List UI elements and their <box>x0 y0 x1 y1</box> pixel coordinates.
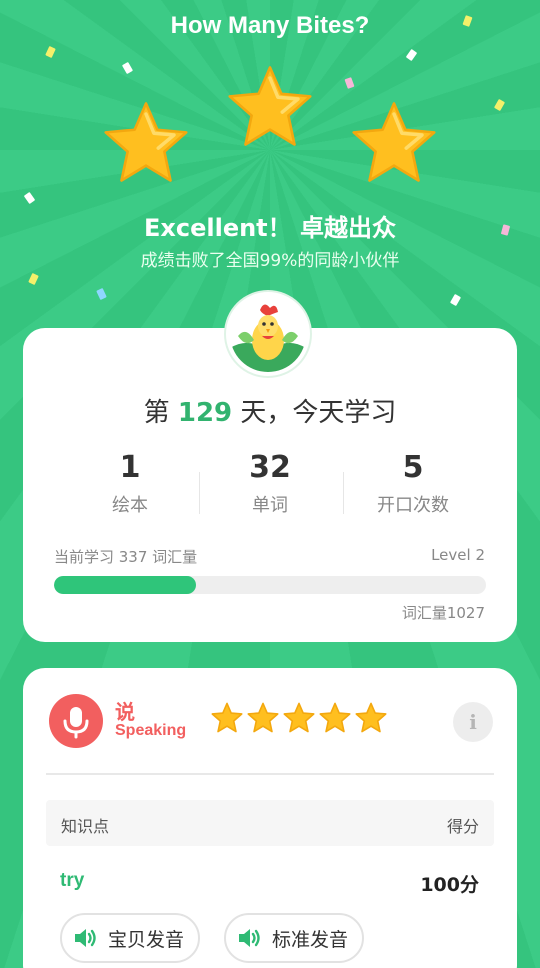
stat-value: 5 <box>402 450 424 485</box>
stat-picture-books: 1 绘本 <box>60 450 200 517</box>
stats-row: 1 绘本 32 单词 5 开口次数 <box>23 450 517 530</box>
item-word: try <box>60 870 85 891</box>
level-label: Level 2 <box>431 546 485 564</box>
stat-label: 单词 <box>252 495 288 516</box>
day-number: 129 <box>177 398 233 428</box>
day-suffix: 天，今天学习 <box>240 398 397 428</box>
vocab-progress-bar <box>54 576 486 594</box>
star-icon-right <box>352 102 436 182</box>
stat-value: 32 <box>249 450 291 485</box>
stat-speak-count: 5 开口次数 <box>343 450 483 517</box>
standard-pronunciation-label: 标准发音 <box>272 928 349 951</box>
baby-pronunciation-label: 宝贝发音 <box>108 928 185 951</box>
rating-star-icon <box>355 702 387 733</box>
baby-pronunciation-button[interactable]: 宝贝发音 <box>60 913 201 963</box>
mic-icon <box>49 694 103 748</box>
star-icon-left <box>104 102 188 182</box>
vocab-progress-fill <box>54 576 196 594</box>
stat-words: 32 单词 <box>200 450 340 517</box>
rating-star-icon <box>319 702 351 733</box>
total-vocab-label: 词汇量1027 <box>401 604 485 622</box>
speaking-title-cn: 说 <box>115 700 135 724</box>
header-knowledge-point: 知识点 <box>61 817 110 836</box>
speaking-rating <box>211 702 387 733</box>
result-subline: 成绩击败了全国99%的同龄小伙伴 <box>140 251 400 271</box>
stat-label: 开口次数 <box>377 495 449 516</box>
score-table-header: 知识点 得分 <box>46 800 494 846</box>
rating-star-icon <box>211 702 243 733</box>
page-title: How Many Bites? <box>170 12 370 39</box>
star-icon-center <box>228 66 312 146</box>
rooster-avatar-icon <box>230 296 306 372</box>
current-vocab-label: 当前学习 337 词汇量 <box>54 548 198 566</box>
speaking-card: 说 Speaking i 知识点 得分 try 100分 宝贝发音 标准发音 <box>23 668 517 968</box>
standard-pronunciation-button[interactable]: 标准发音 <box>224 913 365 963</box>
item-score: 100分 <box>420 874 479 896</box>
stat-label: 绘本 <box>112 495 148 516</box>
info-button[interactable]: i <box>453 702 493 742</box>
section-divider <box>46 773 494 775</box>
speaking-title-en: Speaking <box>115 722 187 739</box>
rating-star-icon <box>283 702 315 733</box>
rating-star-icon <box>247 702 279 733</box>
speaker-icon <box>75 929 96 947</box>
stat-value: 1 <box>119 450 141 485</box>
avatar <box>226 292 310 376</box>
header-score: 得分 <box>446 817 479 836</box>
speaker-icon <box>239 929 260 947</box>
result-headline: Excellent！ 卓越出众 <box>143 214 397 242</box>
day-line: 第 129 天，今天学习 <box>23 392 517 429</box>
day-prefix: 第 <box>143 398 170 428</box>
